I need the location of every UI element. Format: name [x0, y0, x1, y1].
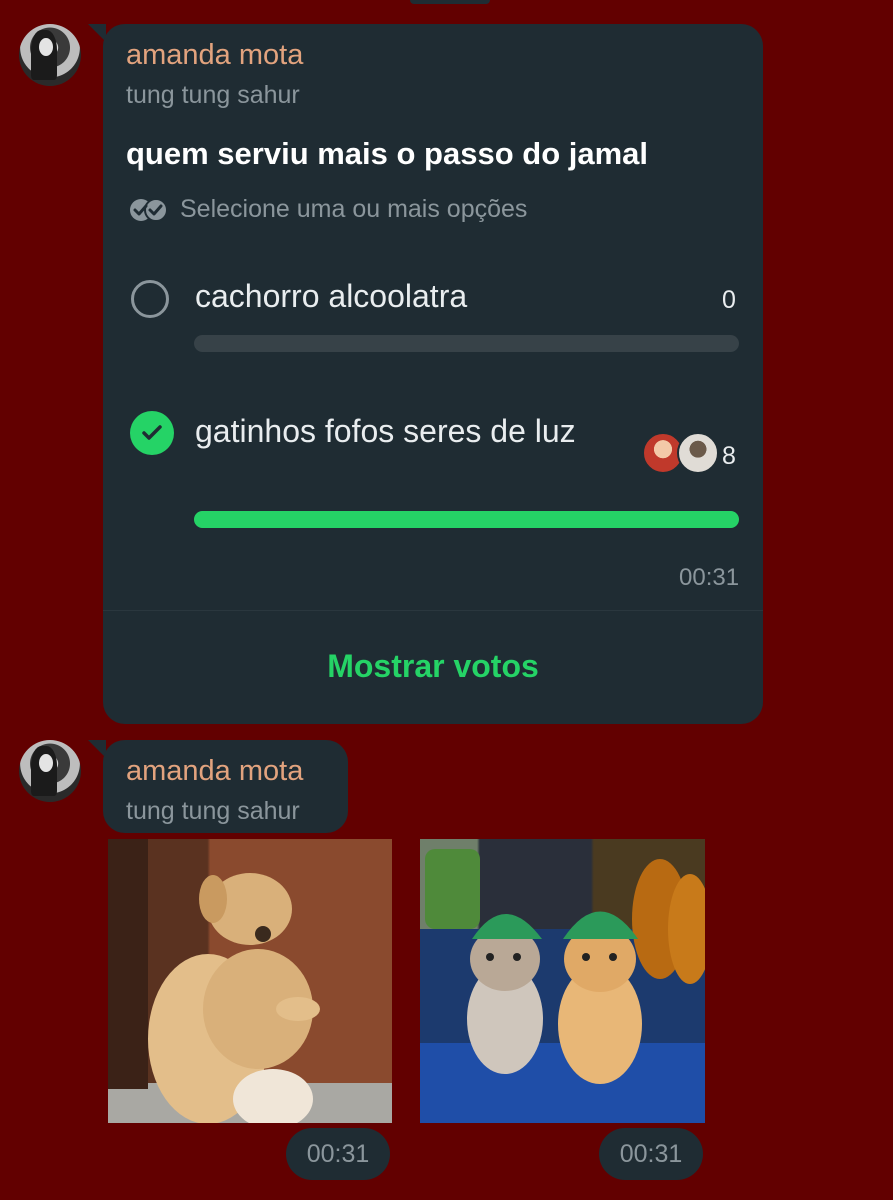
sender-subtitle: tung tung sahur [126, 797, 300, 825]
option-1-label[interactable]: cachorro alcoolatra [195, 276, 615, 317]
poll-hint: Selecione uma ou mais opções [128, 195, 527, 224]
image-2-time: 00:31 [599, 1128, 703, 1180]
sender-avatar[interactable] [19, 740, 81, 802]
option-1-count: 0 [722, 286, 736, 314]
option-1-radio[interactable] [131, 280, 169, 318]
double-check-icon [128, 197, 172, 223]
show-votes-button[interactable]: Mostrar votos [103, 648, 763, 685]
sender-name[interactable]: amanda mota [126, 755, 303, 788]
poll-hint-text: Selecione uma ou mais opções [180, 195, 528, 223]
sender-subtitle: tung tung sahur [126, 81, 300, 109]
cats-with-hats-image[interactable] [420, 839, 705, 1123]
sender-name[interactable]: amanda mota [126, 39, 303, 72]
option-2-progress-fill [194, 511, 739, 528]
sender-avatar[interactable] [19, 24, 81, 86]
option-2-label[interactable]: gatinhos fofos seres de luz [195, 411, 625, 452]
option-2-count: 8 [722, 442, 736, 470]
message-time: 00:31 [679, 564, 740, 591]
voter-avatar[interactable] [677, 432, 719, 474]
bubble-divider [103, 610, 763, 611]
image-1-time: 00:31 [286, 1128, 390, 1180]
poll-question: quem serviu mais o passo do jamal [126, 136, 649, 171]
option-2-progress [194, 511, 739, 528]
dancing-dog-image[interactable] [108, 839, 392, 1123]
option-1-progress [194, 335, 739, 352]
check-icon [142, 425, 162, 440]
previous-message-edge [410, 0, 490, 4]
option-2-checkbox[interactable] [130, 411, 174, 455]
poll-bubble [103, 24, 763, 724]
